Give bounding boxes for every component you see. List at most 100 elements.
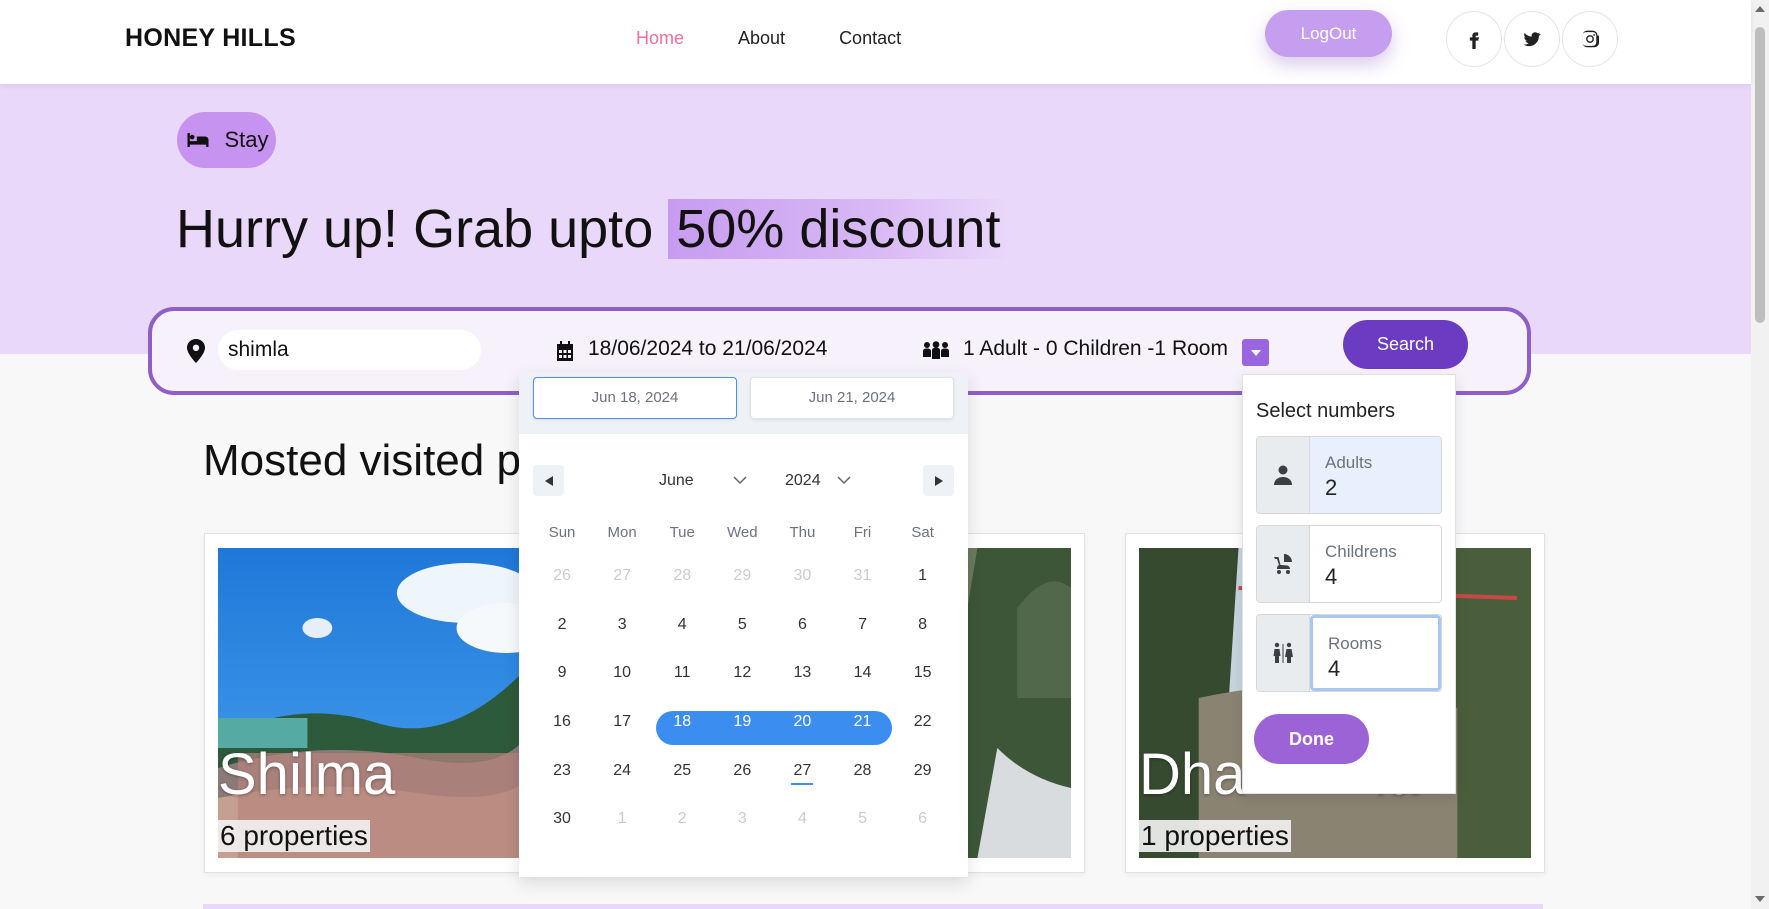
calendar-day[interactable]: 12 xyxy=(712,664,772,682)
calendar-day[interactable]: 9 xyxy=(532,664,592,682)
guests-summary[interactable]: 1 Adult - 0 Children -1 Room xyxy=(963,337,1228,361)
rooms-field[interactable]: Rooms 4 xyxy=(1256,614,1442,692)
calendar-day[interactable]: 5 xyxy=(832,810,892,828)
year-select[interactable]: 2024 xyxy=(785,472,821,490)
stay-label: Stay xyxy=(224,127,269,152)
twitter-icon xyxy=(1523,32,1541,47)
scroll-thumb[interactable] xyxy=(1755,27,1765,323)
calendar-day[interactable]: 26 xyxy=(532,567,592,585)
place-name: Shilma xyxy=(218,742,396,807)
calendar-day[interactable]: 30 xyxy=(532,810,592,828)
stroller-icon xyxy=(1274,554,1292,574)
calendar-day[interactable]: 4 xyxy=(772,810,832,828)
adults-value[interactable]: 2 xyxy=(1325,475,1426,501)
calendar-day[interactable]: 2 xyxy=(652,810,712,828)
restroom-icon xyxy=(1273,642,1293,663)
weekday-label: Fri xyxy=(853,523,872,541)
instagram-button[interactable] xyxy=(1562,11,1618,67)
calendar-day[interactable]: 7 xyxy=(832,616,892,634)
person-icon xyxy=(1274,465,1292,485)
guests-popup: Select numbers Adults 2 Childrens 4 Room… xyxy=(1242,374,1456,794)
calendar-day[interactable]: 29 xyxy=(712,567,772,585)
logout-button[interactable]: LogOut xyxy=(1265,10,1392,57)
place-properties: 1 properties xyxy=(1139,820,1291,852)
place-image xyxy=(218,548,536,858)
guests-popup-title: Select numbers xyxy=(1256,400,1395,422)
stay-tab[interactable]: Stay xyxy=(177,112,276,168)
calendar-day[interactable]: 27 xyxy=(592,567,652,585)
calendar-day[interactable]: 22 xyxy=(893,713,953,731)
date-range-field[interactable]: 18/06/2024 to 21/06/2024 xyxy=(588,337,827,361)
hero-headline: Hurry up! Grab upto 50% discount xyxy=(176,198,1009,260)
calendar-day[interactable]: 21 xyxy=(832,713,892,731)
calendar-day[interactable]: 6 xyxy=(893,810,953,828)
rooms-value[interactable]: 4 xyxy=(1328,656,1423,682)
top-header: HONEY HILLS Home About Contact LogOut xyxy=(0,0,1751,84)
brand-logo-text[interactable]: HONEY HILLS xyxy=(125,24,296,53)
calendar-day[interactable]: 29 xyxy=(893,762,953,780)
calendar-week: 26 27 28 29 30 31 1 xyxy=(532,552,953,601)
twitter-button[interactable] xyxy=(1504,11,1560,67)
calendar-day[interactable]: 15 xyxy=(893,664,953,682)
end-date-field[interactable]: Jun 21, 2024 xyxy=(750,377,954,419)
page-scrollbar[interactable] xyxy=(1751,0,1769,909)
location-input[interactable] xyxy=(218,330,481,370)
calendar-day[interactable]: 1 xyxy=(893,567,953,585)
weekday-label: Sat xyxy=(911,523,934,541)
calendar-day[interactable]: 3 xyxy=(592,616,652,634)
weekday-label: Thu xyxy=(789,523,816,541)
caret-left-icon xyxy=(544,475,553,486)
calendar-day[interactable]: 30 xyxy=(772,567,832,585)
children-value[interactable]: 4 xyxy=(1325,564,1426,590)
calendar-grid: Sun Mon Tue Wed Thu Fri Sat 26 27 28 29 30 31 1 2 3 4 5 6 7… xyxy=(532,512,953,844)
calendar-day[interactable]: 1 xyxy=(592,810,652,828)
calendar-day[interactable]: 13 xyxy=(772,664,832,682)
scroll-up-arrow-icon[interactable] xyxy=(1755,6,1765,12)
calendar-day[interactable]: 24 xyxy=(592,762,652,780)
calendar-day[interactable]: 31 xyxy=(832,567,892,585)
calendar-day[interactable]: 10 xyxy=(592,664,652,682)
calendar-day[interactable]: 18 xyxy=(652,713,712,731)
scroll-down-arrow-icon[interactable] xyxy=(1755,896,1765,902)
nav-contact[interactable]: Contact xyxy=(839,28,901,49)
calendar-day[interactable]: 25 xyxy=(652,762,712,780)
calendar-day[interactable]: 19 xyxy=(712,713,772,731)
facebook-button[interactable] xyxy=(1446,11,1502,67)
calendar-day[interactable]: 16 xyxy=(532,713,592,731)
calendar-day[interactable]: 14 xyxy=(832,664,892,682)
nav-home[interactable]: Home xyxy=(636,28,684,49)
calendar-day[interactable]: 4 xyxy=(652,616,712,634)
guests-dropdown-button[interactable] xyxy=(1242,339,1269,366)
next-month-button[interactable] xyxy=(923,465,954,496)
calendar-week: 9 10 11 12 13 14 15 xyxy=(532,649,953,698)
calendar-day[interactable]: 28 xyxy=(832,762,892,780)
calendar-day[interactable]: 17 xyxy=(592,713,652,731)
weekday-label: Mon xyxy=(607,523,637,541)
place-card-shimla[interactable]: Shilma 6 properties xyxy=(204,533,550,873)
calendar-week: 16 17 18 19 20 21 22 xyxy=(532,698,953,747)
calendar-day[interactable]: 6 xyxy=(772,616,832,634)
calendar-day[interactable]: 23 xyxy=(532,762,592,780)
calendar-week: 30 1 2 3 4 5 6 xyxy=(532,795,953,844)
children-field[interactable]: Childrens 4 xyxy=(1256,525,1442,603)
calendar-day[interactable]: 11 xyxy=(652,664,712,682)
section-title: Mosted visited p xyxy=(203,436,521,485)
start-date-field[interactable]: Jun 18, 2024 xyxy=(533,377,737,419)
nav-about[interactable]: About xyxy=(738,28,785,49)
children-label: Childrens xyxy=(1325,542,1397,561)
month-select[interactable]: June xyxy=(659,472,694,490)
prev-month-button[interactable] xyxy=(533,465,564,496)
people-icon xyxy=(923,341,949,359)
calendar-day[interactable]: 2 xyxy=(532,616,592,634)
calendar-day[interactable]: 27 xyxy=(772,762,832,785)
calendar-day[interactable]: 28 xyxy=(652,567,712,585)
chevron-down-icon xyxy=(733,476,747,485)
calendar-day[interactable]: 8 xyxy=(893,616,953,634)
search-button[interactable]: Search xyxy=(1343,320,1468,369)
adults-field[interactable]: Adults 2 xyxy=(1256,436,1442,514)
calendar-day[interactable]: 20 xyxy=(772,713,832,731)
calendar-day[interactable]: 26 xyxy=(712,762,772,780)
calendar-day[interactable]: 3 xyxy=(712,810,772,828)
done-button[interactable]: Done xyxy=(1254,714,1369,764)
calendar-day[interactable]: 5 xyxy=(712,616,772,634)
